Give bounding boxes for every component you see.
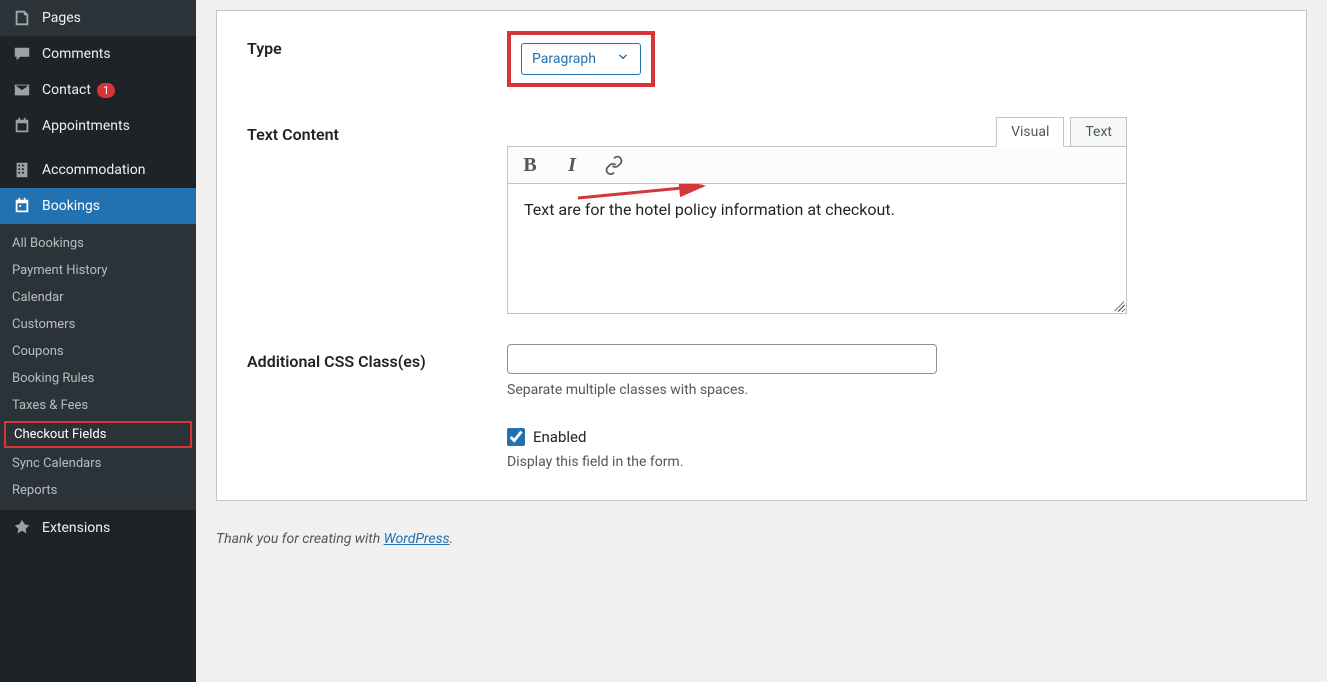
submenu-taxes-fees[interactable]: Taxes & Fees [0,392,196,419]
main-content: Type Paragraph Text Content Visual Text [196,0,1327,682]
footer-suffix: . [450,531,454,547]
link-button[interactable] [602,153,626,177]
admin-footer: Thank you for creating with WordPress. [216,531,1307,547]
enabled-spacer [247,428,507,436]
sidebar-item-appointments[interactable]: Appointments [0,108,196,144]
sidebar-item-accommodation[interactable]: Accommodation [0,152,196,188]
enabled-help-text: Display this field in the form. [507,454,1276,470]
footer-prefix: Thank you for creating with [216,531,384,547]
css-classes-input[interactable] [507,344,937,374]
sidebar-item-label: Bookings [42,198,100,214]
sidebar-item-bookings[interactable]: Bookings [0,188,196,224]
bookings-submenu: All Bookings Payment History Calendar Cu… [0,224,196,510]
sidebar-item-label: Pages [42,10,81,26]
calendar-icon [12,116,32,136]
wordpress-link[interactable]: WordPress [384,531,450,547]
enabled-checkbox-row: Enabled [507,428,1276,446]
bookings-icon [12,196,32,216]
italic-button[interactable]: I [560,153,584,177]
content-label: Text Content [247,117,507,144]
sidebar-item-label: Appointments [42,118,130,134]
admin-sidebar: Pages Comments Contact 1 Appointments Ac… [0,0,196,682]
tab-text[interactable]: Text [1070,117,1127,147]
submenu-checkout-fields[interactable]: Checkout Fields [4,421,192,448]
type-highlight: Paragraph [507,31,655,87]
tab-visual[interactable]: Visual [996,117,1064,147]
type-select-value: Paragraph [532,51,596,67]
sidebar-item-label: Comments [42,46,111,62]
submenu-all-bookings[interactable]: All Bookings [0,230,196,257]
sidebar-item-extensions[interactable]: Extensions [0,510,196,546]
enabled-checkbox[interactable] [507,428,525,446]
sidebar-item-comments[interactable]: Comments [0,36,196,72]
sidebar-item-label: Extensions [42,520,110,536]
row-enabled: Enabled Display this field in the form. [247,428,1276,470]
type-select[interactable]: Paragraph [521,43,641,75]
type-label: Type [247,31,507,58]
contact-icon [12,80,32,100]
submenu-coupons[interactable]: Coupons [0,338,196,365]
comments-icon [12,44,32,64]
row-text-content: Text Content Visual Text B I Text are fo… [247,117,1276,314]
editor-tabs: Visual Text [507,117,1127,147]
editor-textarea[interactable]: Text are for the hotel policy informatio… [507,184,1127,314]
row-css-classes: Additional CSS Class(es) Separate multip… [247,344,1276,398]
submenu-customers[interactable]: Customers [0,311,196,338]
field-settings-card: Type Paragraph Text Content Visual Text [216,10,1307,501]
css-label: Additional CSS Class(es) [247,344,507,371]
css-help-text: Separate multiple classes with spaces. [507,382,1276,398]
submenu-sync-calendars[interactable]: Sync Calendars [0,450,196,477]
enabled-label: Enabled [533,428,586,446]
notification-badge: 1 [97,83,115,98]
row-type: Type Paragraph [247,31,1276,87]
bold-button[interactable]: B [518,153,542,177]
pages-icon [12,8,32,28]
submenu-booking-rules[interactable]: Booking Rules [0,365,196,392]
sidebar-item-contact[interactable]: Contact 1 [0,72,196,108]
text-editor: Visual Text B I Text are for the hotel p… [507,117,1127,314]
extensions-icon [12,518,32,538]
submenu-calendar[interactable]: Calendar [0,284,196,311]
chevron-down-icon [616,50,630,68]
editor-toolbar: B I [507,146,1127,184]
sidebar-item-label: Accommodation [42,162,146,178]
submenu-reports[interactable]: Reports [0,477,196,504]
building-icon [12,160,32,180]
sidebar-item-pages[interactable]: Pages [0,0,196,36]
sidebar-item-label: Contact [42,82,91,98]
submenu-payment-history[interactable]: Payment History [0,257,196,284]
